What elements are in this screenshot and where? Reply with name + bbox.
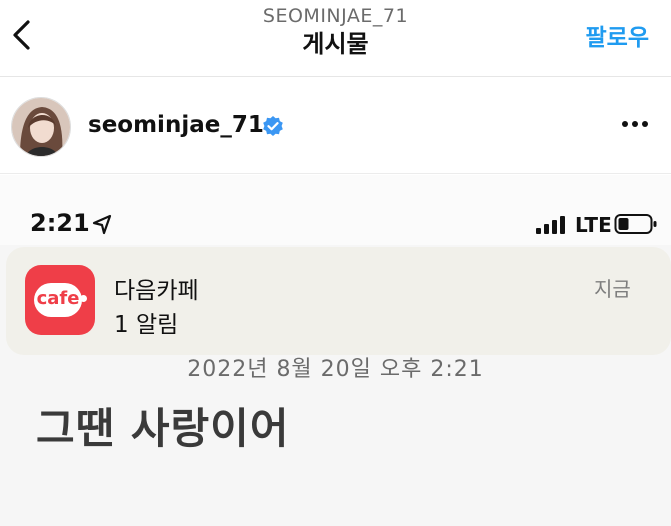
avatar[interactable] [11,97,71,157]
notification-card[interactable]: cafe 다음카페 1 알림 지금 [6,247,671,355]
header-title-group: SEOMINJAE_71 게시물 [0,4,671,60]
post-header: SEOMINJAE_71 게시물 팔로우 [0,0,671,77]
profile-username[interactable]: seominjae_71 [88,112,264,138]
phone-status-bar: 2:21 LTE [0,175,671,245]
battery-icon [614,214,657,234]
header-username: SEOMINJAE_71 [262,5,409,27]
app-icon-label: cafe [36,288,80,309]
page-title: 게시물 [302,30,369,58]
cellular-signal-icon [536,216,565,234]
daum-cafe-app-icon: cafe [25,265,95,335]
notification-time: 지금 [594,277,631,301]
status-time: 2:21 [30,209,90,237]
headline-text: 그땐 사랑이어 [36,404,290,453]
notification-message: 1 알림 [114,312,179,338]
network-type: LTE [575,213,612,237]
notification-app-name: 다음카페 [114,278,199,304]
date-timestamp: 2022년 8월 20일 오후 2:21 [187,357,484,382]
verified-badge-icon [263,116,283,136]
more-options-icon[interactable] [620,117,650,131]
post-image: 2:21 LTE cafe 다음카페 1 알림 지금 2022년 8월 20일 … [0,175,671,526]
location-arrow-icon [92,214,112,235]
follow-button[interactable]: 팔로우 [586,18,649,52]
profile-photo-icon [12,98,70,156]
post-author-row: seominjae_71 [0,77,671,174]
